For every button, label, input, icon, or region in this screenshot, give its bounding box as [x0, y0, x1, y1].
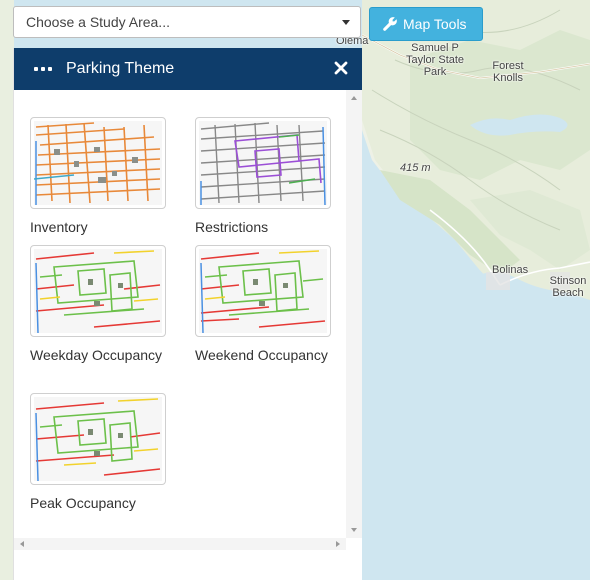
theme-weekend-occupancy-label: Weekend Occupancy	[195, 347, 328, 363]
theme-inventory[interactable]: Inventory	[30, 117, 180, 237]
theme-restrictions[interactable]: Restrictions	[195, 117, 345, 237]
scroll-right-icon[interactable]	[336, 541, 340, 547]
map-label-bolinas: Bolinas	[492, 264, 529, 276]
theme-weekday-occupancy-thumbnail	[30, 245, 166, 337]
inventory-map-image	[34, 121, 162, 205]
occupancy-map-image	[199, 249, 327, 333]
scroll-up-icon[interactable]	[351, 96, 357, 100]
scroll-down-icon[interactable]	[351, 528, 357, 532]
vertical-scrollbar[interactable]	[346, 90, 362, 538]
study-area-selected-value: Choose a Study Area...	[26, 14, 170, 30]
occupancy-map-image	[34, 397, 162, 481]
horizontal-scrollbar[interactable]	[14, 538, 346, 550]
theme-restrictions-thumbnail	[195, 117, 331, 209]
theme-peak-occupancy-thumbnail	[30, 393, 166, 485]
panel-title: Parking Theme	[66, 60, 175, 77]
scroll-left-icon[interactable]	[20, 541, 24, 547]
theme-weekday-occupancy[interactable]: Weekday Occupancy	[30, 245, 180, 365]
study-area-select[interactable]: Choose a Study Area...	[13, 6, 361, 38]
close-icon[interactable]	[334, 60, 348, 76]
wrench-icon	[383, 17, 397, 31]
theme-peak-occupancy[interactable]: Peak Occupancy	[30, 393, 180, 513]
restrictions-map-image	[199, 121, 327, 205]
theme-inventory-label: Inventory	[30, 219, 88, 235]
ellipsis-icon[interactable]	[34, 67, 52, 71]
map-tools-label: Map Tools	[403, 16, 467, 32]
panel-header: Parking Theme	[14, 48, 362, 90]
map-label-stinson-beach: Stinson Beach	[549, 275, 587, 299]
theme-weekend-occupancy[interactable]: Weekend Occupancy	[195, 245, 345, 365]
theme-weekday-occupancy-label: Weekday Occupancy	[30, 347, 163, 363]
theme-list: Inventory Restrictions Weekday Occupancy…	[14, 90, 346, 538]
map-label-forest-knolls: Forest Knolls	[492, 60, 524, 84]
theme-restrictions-label: Restrictions	[195, 219, 269, 235]
chevron-down-icon	[342, 20, 350, 25]
theme-peak-occupancy-label: Peak Occupancy	[30, 495, 136, 511]
parking-theme-panel: Parking Theme Inventory Restrictions Wee…	[13, 48, 362, 580]
theme-weekend-occupancy-thumbnail	[195, 245, 331, 337]
map-tools-button[interactable]: Map Tools	[369, 7, 483, 41]
map-label-samuel-p-taylor: Samuel P Taylor State Park	[405, 42, 465, 78]
map-label-elevation: 415 m	[400, 162, 431, 174]
theme-inventory-thumbnail	[30, 117, 166, 209]
occupancy-map-image	[34, 249, 162, 333]
